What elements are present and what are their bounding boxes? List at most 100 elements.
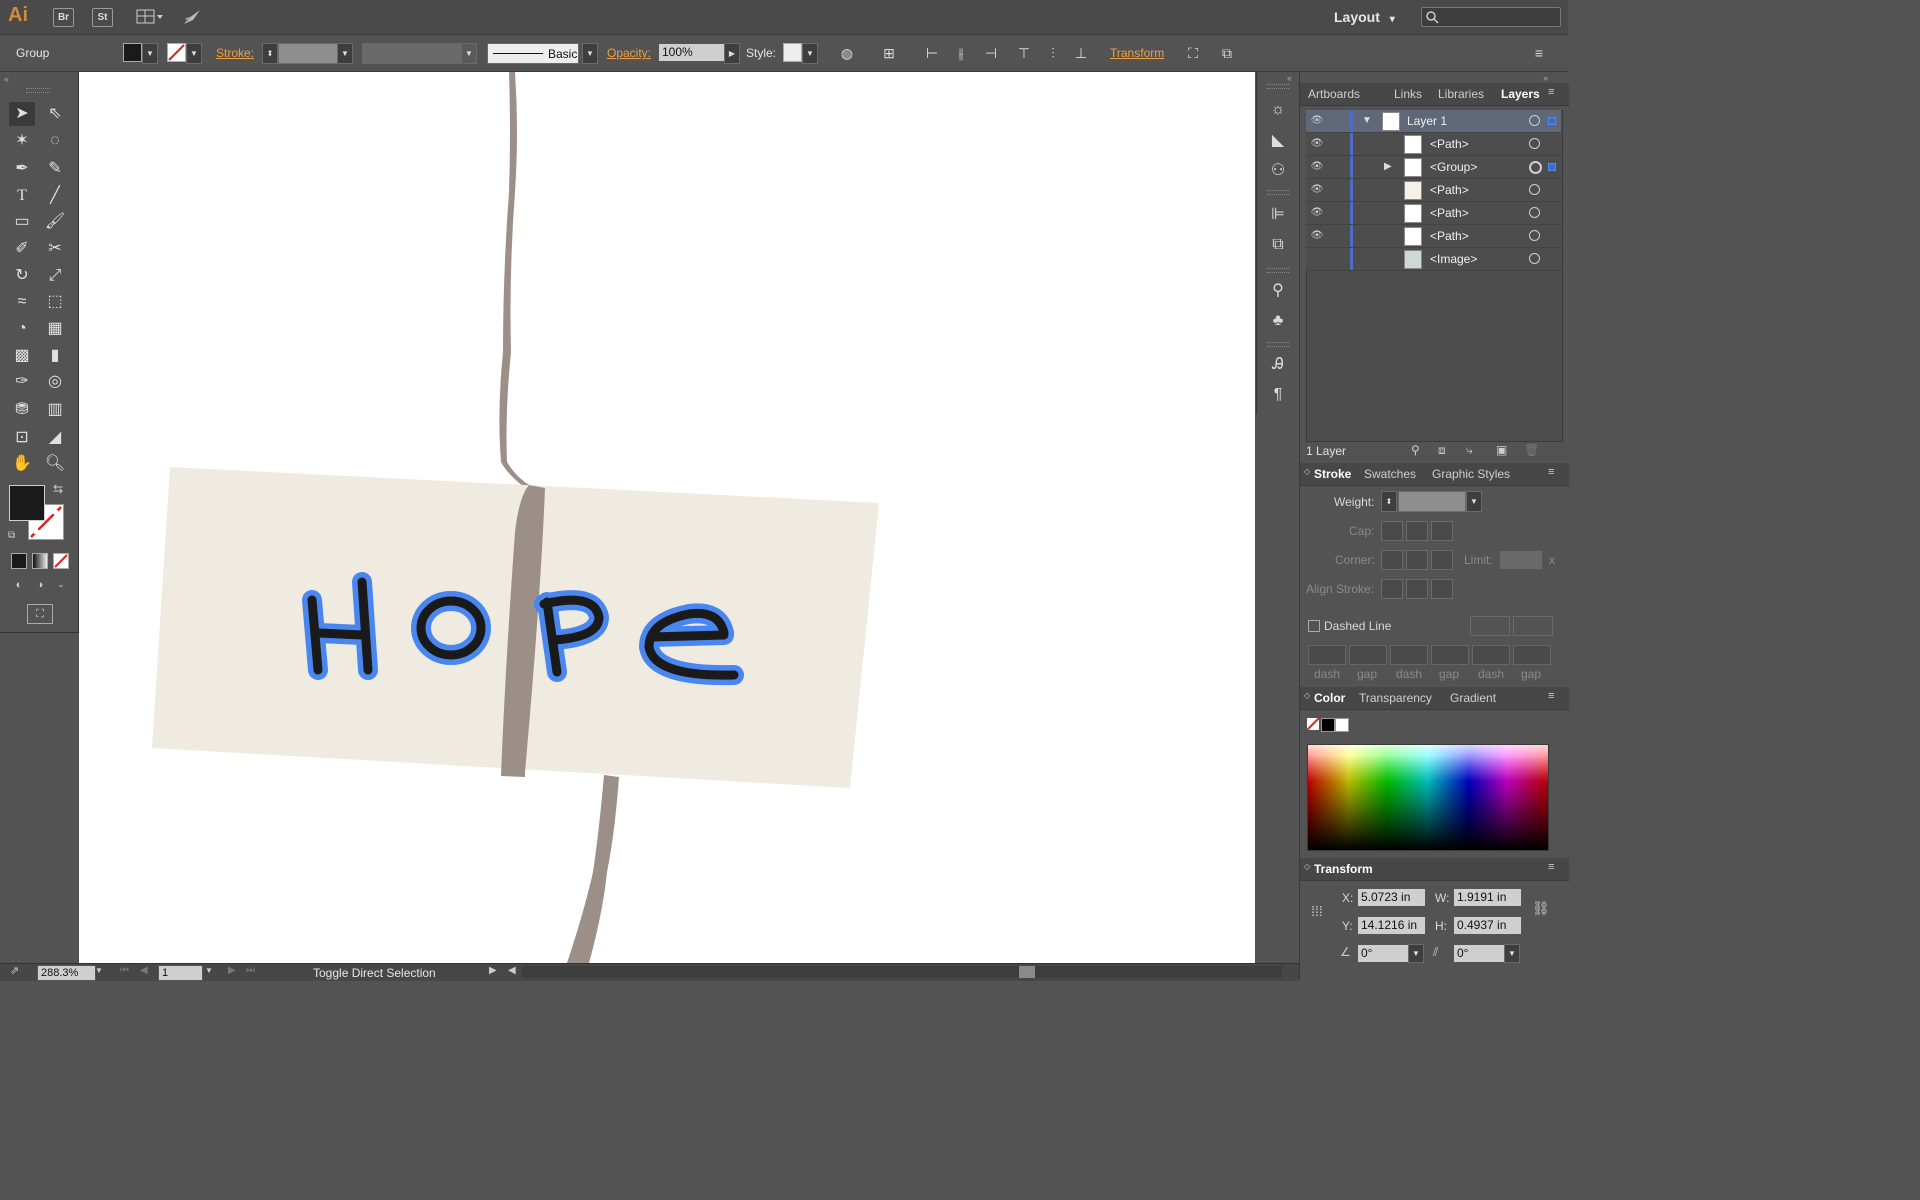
expand-arrow-icon[interactable]: ▶ <box>1384 161 1392 172</box>
zoom-tool[interactable]: 🔍︎ <box>42 452 68 476</box>
transform-link[interactable]: Transform <box>1110 46 1164 60</box>
h-field[interactable]: 0.4937 in <box>1453 916 1522 935</box>
isolate-group-icon[interactable]: ⛶ <box>1184 44 1202 62</box>
tab-transparency[interactable]: Transparency <box>1359 691 1432 705</box>
collapse-arrow-icon[interactable]: ▼ <box>1362 115 1372 126</box>
mesh-tool[interactable]: ▩ <box>9 344 35 368</box>
brush-definition[interactable]: Basic <box>487 43 579 64</box>
workspace-switcher[interactable]: Layout ▾ <box>1334 9 1395 25</box>
target-icon[interactable] <box>1529 115 1540 126</box>
recolor-artwork-icon[interactable]: ◍ <box>838 44 856 62</box>
align-stroke-inside-button[interactable] <box>1406 579 1428 599</box>
strip-grip[interactable] <box>1267 268 1289 273</box>
artboard-number-field[interactable]: 1 <box>158 965 203 981</box>
lasso-tool[interactable]: ◌ <box>42 129 68 153</box>
line-segment-tool[interactable]: ╱ <box>42 184 68 208</box>
layers-panel-menu-icon[interactable]: ≡ <box>1548 86 1554 98</box>
y-field[interactable]: 14.1216 in <box>1357 916 1426 935</box>
butt-cap-button[interactable] <box>1381 521 1403 541</box>
fill-dropdown-arrow[interactable]: ▼ <box>142 43 158 64</box>
layer-name[interactable]: <Image> <box>1430 252 1477 266</box>
layer-row[interactable]: 👁︎ <Path> <box>1306 225 1561 248</box>
align-stroke-center-button[interactable] <box>1381 579 1403 599</box>
tab-layers[interactable]: Layers <box>1501 87 1540 101</box>
tab-links[interactable]: Links <box>1394 87 1422 101</box>
stroke-dropdown-arrow[interactable]: ▼ <box>186 43 202 64</box>
tab-stroke[interactable]: Stroke <box>1314 467 1351 481</box>
opacity-field[interactable]: 100% <box>658 43 725 62</box>
align-top-icon[interactable]: ⊤ <box>1015 44 1033 62</box>
paintbrush-tool[interactable]: 🖌 <box>42 210 68 234</box>
target-icon[interactable] <box>1529 161 1542 174</box>
collapse-dock-icon[interactable]: » <box>1543 73 1548 83</box>
direct-selection-tool[interactable]: ⇖ <box>42 102 68 126</box>
new-sublayer-icon[interactable]: ⤷ <box>1466 443 1473 458</box>
align-vertical-center-icon[interactable]: ⫶ <box>1044 44 1062 62</box>
change-screen-mode-icon[interactable]: ⛶ <box>27 604 53 624</box>
none-mode-button[interactable] <box>53 553 69 569</box>
column-graph-tool[interactable]: ▥ <box>42 398 68 422</box>
gap-field-2[interactable] <box>1431 645 1469 665</box>
tab-artboards[interactable]: Artboards <box>1308 87 1360 101</box>
rotate-field[interactable]: 0° <box>1357 944 1410 963</box>
character-styles-icon[interactable]: Ꭿ <box>1267 354 1289 376</box>
magic-wand-tool[interactable]: ✶ <box>9 129 35 153</box>
gpu-performance-button[interactable] <box>181 7 203 27</box>
projecting-cap-button[interactable] <box>1431 521 1453 541</box>
arrange-documents-button[interactable] <box>136 8 164 26</box>
draw-normal-icon[interactable]: ◐ <box>10 579 28 595</box>
eyedropper-tool[interactable]: ✑ <box>9 370 35 394</box>
brushes-icon[interactable]: ⚲ <box>1267 280 1289 302</box>
align-horizontal-center-icon[interactable]: ⫲ <box>952 44 970 62</box>
layer-name[interactable]: <Path> <box>1430 206 1469 220</box>
free-transform-tool[interactable]: ⬚ <box>42 290 68 314</box>
graphic-style-dropdown[interactable]: ▼ <box>802 43 818 64</box>
color-panel-menu-icon[interactable]: ≡ <box>1548 690 1554 702</box>
eye-icon[interactable]: 👁︎ <box>1310 114 1324 128</box>
gradient-mode-button[interactable] <box>32 553 48 569</box>
reference-point-icon[interactable]: ⁞⁞⁞ <box>1306 900 1328 922</box>
artboard-canvas[interactable] <box>79 72 1255 963</box>
first-artboard-icon[interactable]: ⏮ <box>120 965 129 976</box>
artboard-dropdown[interactable]: ▼ <box>205 966 213 975</box>
rotate-tool[interactable]: ↻ <box>9 264 35 288</box>
width-tool[interactable]: ≈ <box>9 290 35 314</box>
layer-name[interactable]: <Path> <box>1430 137 1469 151</box>
last-artboard-icon[interactable]: ⏭ <box>246 965 255 976</box>
zoom-field[interactable]: 288.3% <box>37 965 96 981</box>
swap-fill-stroke-icon[interactable]: ⇆ <box>53 482 63 496</box>
variable-width-dropdown[interactable]: ▼ <box>461 43 477 64</box>
select-similar-icon[interactable]: ⧉ <box>1218 44 1236 62</box>
tab-graphic-styles[interactable]: Graphic Styles <box>1432 467 1510 481</box>
brush-dropdown[interactable]: ▼ <box>582 43 598 64</box>
selection-indicator[interactable] <box>1548 163 1556 171</box>
fill-color-box-front[interactable] <box>9 485 45 521</box>
type-tool[interactable]: T <box>9 184 35 208</box>
slice-tool[interactable]: ◢ <box>42 426 68 450</box>
share-icon[interactable]: ⇗ <box>10 964 19 977</box>
scale-tool[interactable]: ⤢ <box>42 264 68 288</box>
layer-row[interactable]: 👁︎ <Path> <box>1306 202 1561 225</box>
draw-behind-icon[interactable]: ◑ <box>31 579 49 595</box>
help-search-input[interactable] <box>1421 7 1561 27</box>
align-to-selection-icon[interactable]: ⊞ <box>880 44 898 62</box>
perspective-grid-tool[interactable]: ▦ <box>42 317 68 341</box>
layer-row[interactable]: 👁︎ ▼ Layer 1 <box>1306 110 1561 133</box>
none-color-swatch[interactable] <box>1306 717 1320 731</box>
layer-name[interactable]: <Path> <box>1430 229 1469 243</box>
eye-icon[interactable]: 👁︎ <box>1310 229 1324 243</box>
variable-width-profile[interactable] <box>362 43 461 64</box>
layer-row[interactable]: 👁︎ <Path> <box>1306 133 1561 156</box>
align-bottom-icon[interactable]: ⊥ <box>1072 44 1090 62</box>
stroke-swatch[interactable] <box>167 43 186 62</box>
eye-icon[interactable]: 👁︎ <box>1310 183 1324 197</box>
collapse-tools-icon[interactable]: « <box>4 74 9 84</box>
shear-field[interactable]: 0° <box>1453 944 1506 963</box>
status-menu-arrow[interactable]: ▶ <box>489 965 497 976</box>
align-dash-corners-button[interactable] <box>1513 616 1553 636</box>
target-icon[interactable] <box>1529 207 1540 218</box>
control-bar-menu-icon[interactable]: ≡ <box>1530 44 1548 62</box>
scissors-tool[interactable]: ✂ <box>42 237 68 261</box>
x-field[interactable]: 5.0723 in <box>1357 888 1426 907</box>
shape-builder-tool[interactable]: ◔ <box>9 317 35 341</box>
